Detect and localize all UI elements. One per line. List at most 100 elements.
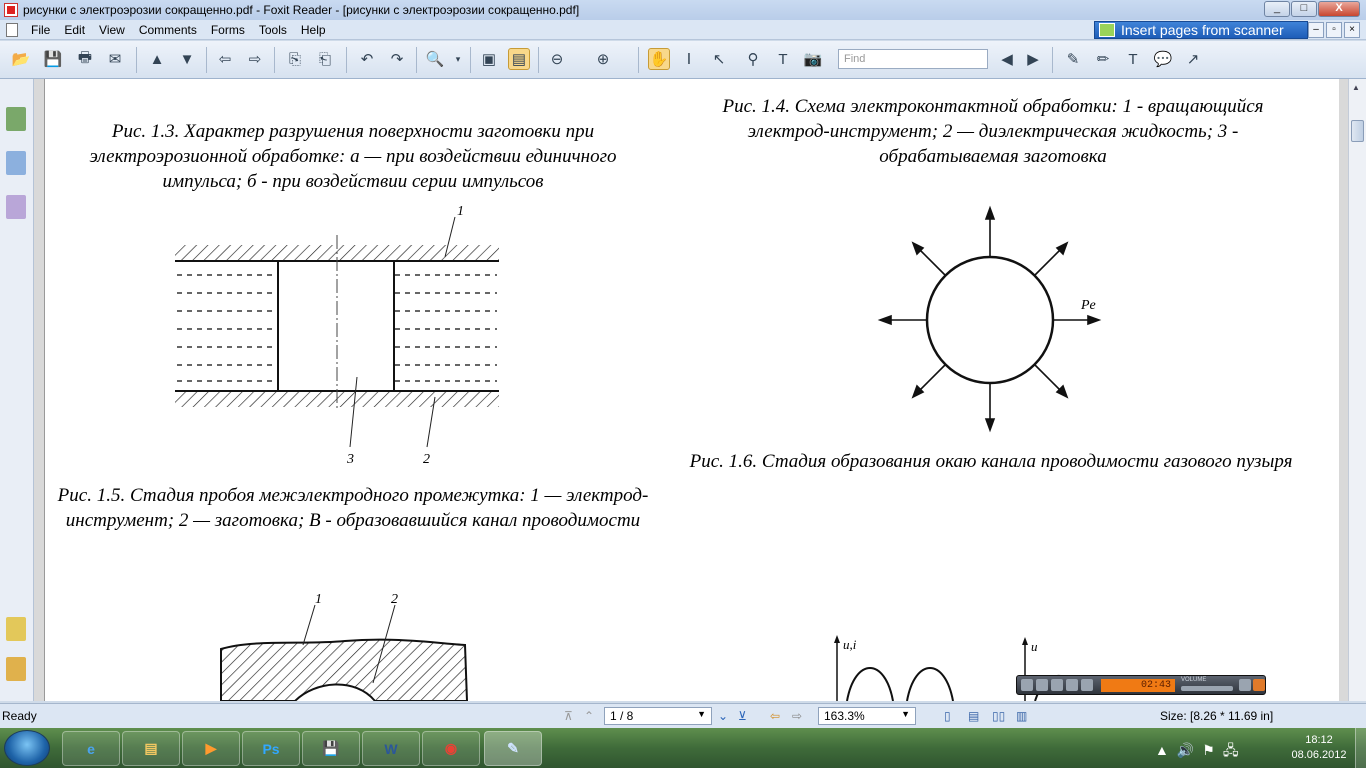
- next-result-icon[interactable]: ▶: [1022, 48, 1044, 70]
- scroll-up-icon[interactable]: ▲: [1352, 83, 1360, 92]
- redo-icon[interactable]: ↷: [386, 48, 408, 70]
- hand-tool-icon[interactable]: ✋: [648, 48, 670, 70]
- zoom-field[interactable]: 163.3% ▼: [818, 707, 916, 725]
- zoom-out-icon[interactable]: ⊖: [546, 48, 568, 70]
- explorer-icon[interactable]: ▤: [122, 731, 180, 766]
- system-tray[interactable]: ▲🔊⚑🖧: [1155, 740, 1246, 764]
- close-button[interactable]: X: [1318, 1, 1360, 17]
- scroll-thumb[interactable]: [1351, 120, 1364, 142]
- player-close-icon[interactable]: [1253, 679, 1265, 691]
- insert-pages-button[interactable]: Insert pages from scanner: [1094, 21, 1308, 39]
- player-volume-label: VOLUME: [1181, 677, 1207, 683]
- first-page-icon[interactable]: ⊼: [564, 709, 573, 723]
- word-icon[interactable]: W: [362, 731, 420, 766]
- fit-page-icon[interactable]: ▣: [478, 48, 500, 70]
- zoom-dropdown-icon[interactable]: ▾: [452, 48, 464, 70]
- last-page-icon[interactable]: ⊻: [738, 709, 747, 723]
- menu-tools[interactable]: Tools: [252, 23, 294, 37]
- down-icon[interactable]: ▼: [176, 48, 198, 70]
- pages-icon[interactable]: [6, 151, 26, 175]
- show-desktop-button[interactable]: [1355, 728, 1366, 768]
- doc-close-button[interactable]: ×: [1344, 22, 1360, 38]
- zoom-icon[interactable]: 🔍: [424, 48, 446, 70]
- bookmarks-icon[interactable]: [6, 107, 26, 131]
- next-view-icon[interactable]: ⇨: [792, 709, 802, 723]
- player-volume-slider[interactable]: [1181, 686, 1233, 691]
- insert-icon[interactable]: ⎗: [314, 48, 336, 70]
- status-bar: Ready ⊼ ⌃ 1 / 8 ▼ ⌄ ⊻ ⇦ ⇨ 163.3% ▼ ▯ ▤ ▯▯ …: [0, 703, 1366, 728]
- up-icon[interactable]: ▲: [146, 48, 168, 70]
- undo-icon[interactable]: ↶: [356, 48, 378, 70]
- doc-restore-button[interactable]: ▫: [1326, 22, 1342, 38]
- continuous-facing-icon[interactable]: ▥: [1016, 709, 1027, 723]
- foxit-app-icon[interactable]: [4, 3, 18, 17]
- menu-edit[interactable]: Edit: [57, 23, 92, 37]
- player-pause-icon[interactable]: [1036, 679, 1048, 691]
- zoom-in-icon[interactable]: ⊕: [592, 48, 614, 70]
- menu-forms[interactable]: Forms: [204, 23, 252, 37]
- facing-icon[interactable]: ▯▯: [992, 709, 1005, 723]
- ie-icon[interactable]: e: [62, 731, 120, 766]
- media-icon[interactable]: ▶: [182, 731, 240, 766]
- comment-icon[interactable]: 💬: [1152, 48, 1174, 70]
- media-player[interactable]: 02:43 VOLUME: [1016, 675, 1266, 695]
- chrome-icon[interactable]: ◉: [422, 731, 480, 766]
- figure-1-6-drawing: Pe: [877, 205, 1102, 433]
- menu-file[interactable]: File: [24, 23, 57, 37]
- pencil-icon[interactable]: ✏: [1092, 48, 1114, 70]
- save-icon[interactable]: 💾: [42, 48, 64, 70]
- player-stop-icon[interactable]: [1051, 679, 1063, 691]
- layers-icon[interactable]: [6, 195, 26, 219]
- find-input[interactable]: Find: [838, 49, 988, 69]
- attachments-icon[interactable]: [6, 657, 26, 681]
- next-page-icon[interactable]: ⌄: [718, 709, 728, 723]
- toolbar: 📂 💾 🖶 ✉ ▲ ▼ ⇦ ⇨ ⎘ ⎗ ↶ ↷ 🔍 ▾ ▣ ▤ ⊖ ⊕ ✋ Ⅰ …: [0, 41, 1366, 79]
- photoshop-icon[interactable]: Ps: [242, 731, 300, 766]
- arrow-icon[interactable]: ↗: [1182, 48, 1204, 70]
- caption-fig-1-4: Рис. 1.4. Схема электроконтактной обрабо…: [722, 96, 1264, 167]
- find-icon[interactable]: ⚲: [742, 48, 764, 70]
- menu-view[interactable]: View: [92, 23, 132, 37]
- open-icon[interactable]: 📂: [10, 48, 32, 70]
- print-icon[interactable]: 🖶: [74, 48, 96, 70]
- menu-comments[interactable]: Comments: [132, 23, 204, 37]
- comments-panel-icon[interactable]: [6, 617, 26, 641]
- clock-time: 18:12: [1305, 734, 1333, 746]
- continuous-icon[interactable]: ▤: [968, 709, 979, 723]
- single-page-icon[interactable]: ▯: [944, 709, 951, 723]
- figure-1-5-drawing: 1 3 2: [175, 204, 499, 467]
- player-play-icon[interactable]: [1021, 679, 1033, 691]
- extract-icon[interactable]: ⎘: [284, 48, 306, 70]
- forward-icon[interactable]: ⇨: [244, 48, 266, 70]
- email-icon[interactable]: ✉: [104, 48, 126, 70]
- prev-result-icon[interactable]: ◀: [996, 48, 1018, 70]
- prev-page-icon[interactable]: ⌃: [584, 709, 594, 723]
- document-icon[interactable]: [6, 22, 18, 37]
- doc-minimize-button[interactable]: –: [1308, 22, 1324, 38]
- start-button[interactable]: [4, 730, 50, 766]
- foxit-taskbar-icon[interactable]: ✎: [484, 731, 542, 766]
- label-1: 1: [457, 204, 464, 219]
- clock[interactable]: 18:12 08.06.2012: [1282, 733, 1356, 763]
- select-text-icon[interactable]: Ⅰ: [678, 48, 700, 70]
- player-prev-icon[interactable]: [1066, 679, 1078, 691]
- previous-view-icon[interactable]: ⇦: [770, 709, 780, 723]
- label-3: 3: [346, 452, 354, 467]
- snapshot-icon[interactable]: 📷: [802, 48, 824, 70]
- select-icon[interactable]: ↖: [708, 48, 730, 70]
- typewriter-icon[interactable]: T: [772, 48, 794, 70]
- note-icon[interactable]: ✎: [1062, 48, 1084, 70]
- menu-help[interactable]: Help: [294, 23, 333, 37]
- player-minimize-icon[interactable]: [1239, 679, 1251, 691]
- page-number-field[interactable]: 1 / 8 ▼: [604, 707, 712, 725]
- textbox-icon[interactable]: T: [1122, 48, 1144, 70]
- fit-width-icon[interactable]: ▤: [508, 48, 530, 70]
- player-next-icon[interactable]: [1081, 679, 1093, 691]
- vertical-scrollbar[interactable]: ▲: [1348, 79, 1366, 701]
- save-app-icon[interactable]: 💾: [302, 731, 360, 766]
- back-icon[interactable]: ⇦: [214, 48, 236, 70]
- scanner-icon: [1099, 23, 1115, 37]
- minimize-button[interactable]: _: [1264, 1, 1290, 17]
- pdf-page[interactable]: Рис. 1.3. Характер разрушения поверхност…: [44, 79, 1339, 701]
- maximize-button[interactable]: □: [1291, 1, 1317, 17]
